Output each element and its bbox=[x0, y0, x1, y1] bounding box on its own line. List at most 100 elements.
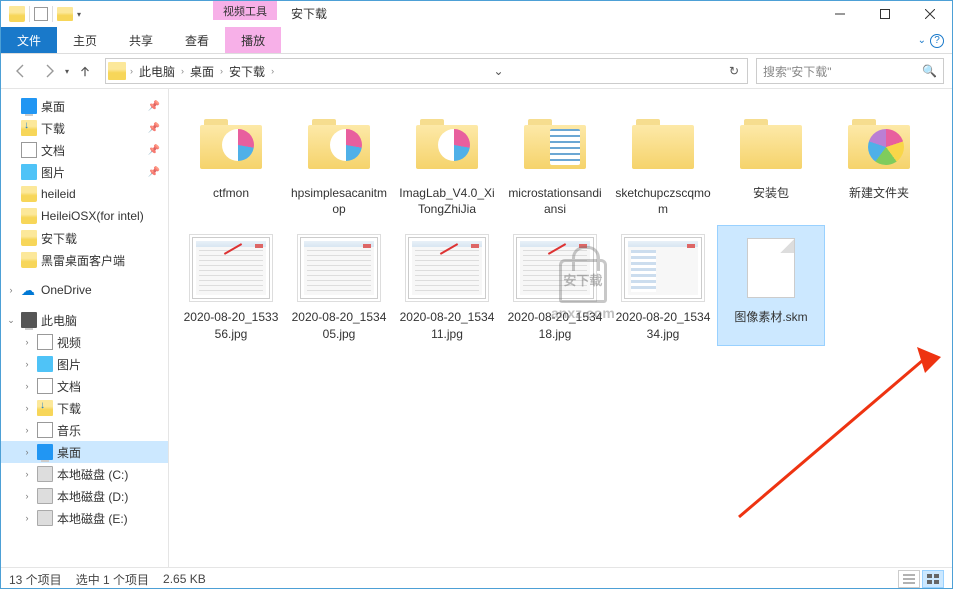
content-area[interactable]: ctfmonhpsimplesacanitmopImagLab_V4.0_XiT… bbox=[169, 89, 952, 567]
expand-icon[interactable]: › bbox=[21, 513, 33, 523]
back-button[interactable] bbox=[9, 59, 33, 83]
item-label: ImagLab_V4.0_XiTongZhiJia bbox=[397, 185, 497, 217]
view-details-button[interactable] bbox=[898, 570, 920, 588]
ribbon-expand-icon[interactable]: ⌄ bbox=[918, 35, 926, 46]
item-label: 2020-08-20_153418.jpg bbox=[505, 309, 605, 341]
navigation-bar: ▾ › 此电脑 › 桌面 › 安下载 › ⌄ ↻ 搜索"安下载" 🔍 bbox=[1, 54, 952, 89]
tree-item[interactable]: 黑雷桌面客户端 bbox=[1, 249, 168, 271]
folder-item[interactable]: microstationsandiansi bbox=[501, 101, 609, 221]
up-button[interactable] bbox=[73, 59, 97, 83]
tree-item-this-pc[interactable]: ⌄ 此电脑 bbox=[1, 309, 168, 331]
expand-icon[interactable]: › bbox=[21, 403, 33, 413]
item-label: 新建文件夹 bbox=[849, 185, 909, 201]
expand-icon[interactable]: › bbox=[21, 381, 33, 391]
expand-icon[interactable]: › bbox=[21, 425, 33, 435]
app-icon[interactable] bbox=[9, 6, 25, 22]
image-item[interactable]: 2020-08-20_153405.jpg bbox=[285, 225, 393, 345]
image-item[interactable]: 2020-08-20_153411.jpg bbox=[393, 225, 501, 345]
tree-item[interactable]: ›桌面 bbox=[1, 441, 168, 463]
image-thumbnail bbox=[300, 237, 378, 299]
view-large-icons-button[interactable] bbox=[922, 570, 944, 588]
chevron-right-icon[interactable]: › bbox=[220, 66, 223, 76]
tree-item[interactable]: ›文档 bbox=[1, 375, 168, 397]
folder-item[interactable]: ctfmon bbox=[177, 101, 285, 221]
ribbon: 文件 主页 共享 查看 播放 ⌄ ? bbox=[1, 27, 952, 54]
tree-item[interactable]: ›下载 bbox=[1, 397, 168, 419]
qat-newfolder-icon[interactable] bbox=[57, 7, 73, 21]
tree-item[interactable]: ›本地磁盘 (C:) bbox=[1, 463, 168, 485]
search-icon[interactable]: 🔍 bbox=[922, 64, 937, 78]
tree-item[interactable]: ›视频 bbox=[1, 331, 168, 353]
tree-item[interactable]: ›本地磁盘 (E:) bbox=[1, 507, 168, 529]
forward-button[interactable] bbox=[37, 59, 61, 83]
expand-icon[interactable]: › bbox=[21, 447, 33, 457]
desktop-icon bbox=[21, 98, 37, 114]
pin-icon: 📌 bbox=[148, 145, 160, 156]
tree-item[interactable]: 安下载 bbox=[1, 227, 168, 249]
status-selection: 选中 1 个项目 bbox=[76, 571, 149, 588]
expand-icon[interactable]: › bbox=[21, 337, 33, 347]
maximize-button[interactable] bbox=[862, 1, 907, 27]
tree-item[interactable]: heileid bbox=[1, 183, 168, 205]
tree-item[interactable]: 桌面📌 bbox=[1, 95, 168, 117]
tree-item[interactable]: 文档📌 bbox=[1, 139, 168, 161]
breadcrumb-part[interactable]: 安下载 bbox=[225, 63, 269, 80]
tab-play[interactable]: 播放 bbox=[225, 27, 281, 53]
folder-item[interactable]: hpsimplesacanitmop bbox=[285, 101, 393, 221]
history-dropdown-icon[interactable]: ▾ bbox=[65, 67, 69, 76]
annotation-arrow bbox=[689, 347, 949, 530]
folder-item[interactable]: ImagLab_V4.0_XiTongZhiJia bbox=[393, 101, 501, 221]
navigation-pane[interactable]: 桌面📌下载📌文档📌图片📌heileidHeileiOSX(for intel)安… bbox=[1, 89, 169, 567]
qat-properties-icon[interactable] bbox=[34, 7, 48, 21]
minimize-button[interactable] bbox=[817, 1, 862, 27]
quick-access-toolbar: ▾ bbox=[1, 6, 81, 22]
folder-item[interactable]: 新建文件夹 bbox=[825, 101, 933, 221]
folder-icon bbox=[200, 119, 262, 169]
tab-view[interactable]: 查看 bbox=[169, 27, 225, 53]
folder-item[interactable]: sketchupczscqmom bbox=[609, 101, 717, 221]
breadcrumb[interactable]: › 此电脑 › 桌面 › 安下载 › ⌄ ↻ bbox=[105, 58, 748, 84]
status-size: 2.65 KB bbox=[163, 572, 206, 586]
folder-item[interactable]: 安装包 bbox=[717, 101, 825, 221]
chevron-right-icon[interactable]: › bbox=[181, 66, 184, 76]
help-icon[interactable]: ? bbox=[930, 34, 944, 48]
expand-icon[interactable]: › bbox=[5, 285, 17, 295]
tree-item-onedrive[interactable]: › ☁ OneDrive bbox=[1, 279, 168, 301]
image-thumbnail bbox=[516, 237, 594, 299]
expand-icon[interactable]: › bbox=[21, 359, 33, 369]
tree-item[interactable]: ›本地磁盘 (D:) bbox=[1, 485, 168, 507]
expand-icon[interactable]: › bbox=[21, 469, 33, 479]
window-title: 安下载 bbox=[291, 5, 327, 22]
breadcrumb-part[interactable]: 此电脑 bbox=[135, 63, 179, 80]
tree-item[interactable]: 下载📌 bbox=[1, 117, 168, 139]
image-thumbnail bbox=[192, 237, 270, 299]
file-item[interactable]: 图像素材.skm bbox=[717, 225, 825, 345]
tree-item[interactable]: ›图片 bbox=[1, 353, 168, 375]
collapse-icon[interactable]: ⌄ bbox=[5, 315, 17, 326]
image-item[interactable]: 2020-08-20_153434.jpg bbox=[609, 225, 717, 345]
pic-icon bbox=[21, 164, 37, 180]
onedrive-icon: ☁ bbox=[21, 282, 37, 298]
tree-item[interactable]: 图片📌 bbox=[1, 161, 168, 183]
image-item[interactable]: 2020-08-20_153356.jpg bbox=[177, 225, 285, 345]
chevron-right-icon[interactable]: › bbox=[130, 66, 133, 76]
close-button[interactable] bbox=[907, 1, 952, 27]
qat-dropdown-icon[interactable]: ▾ bbox=[77, 10, 81, 19]
tree-item[interactable]: ›音乐 bbox=[1, 419, 168, 441]
item-label: sketchupczscqmom bbox=[613, 185, 713, 217]
tab-home[interactable]: 主页 bbox=[57, 27, 113, 53]
tree-item[interactable]: HeileiOSX(for intel) bbox=[1, 205, 168, 227]
title-bar: ▾ 视频工具 安下载 bbox=[1, 1, 952, 27]
tab-share[interactable]: 共享 bbox=[113, 27, 169, 53]
folder-icon bbox=[308, 119, 370, 169]
image-item[interactable]: 2020-08-20_153418.jpg bbox=[501, 225, 609, 345]
chevron-right-icon[interactable]: › bbox=[271, 66, 274, 76]
breadcrumb-part[interactable]: 桌面 bbox=[186, 63, 218, 80]
tab-file[interactable]: 文件 bbox=[1, 27, 57, 53]
refresh-icon[interactable]: ↻ bbox=[723, 64, 745, 78]
breadcrumb-dropdown-icon[interactable]: ⌄ bbox=[487, 64, 509, 78]
expand-icon[interactable]: › bbox=[21, 491, 33, 501]
search-input[interactable]: 搜索"安下载" 🔍 bbox=[756, 58, 944, 84]
download-icon bbox=[21, 120, 37, 136]
desktop-icon bbox=[37, 444, 53, 460]
